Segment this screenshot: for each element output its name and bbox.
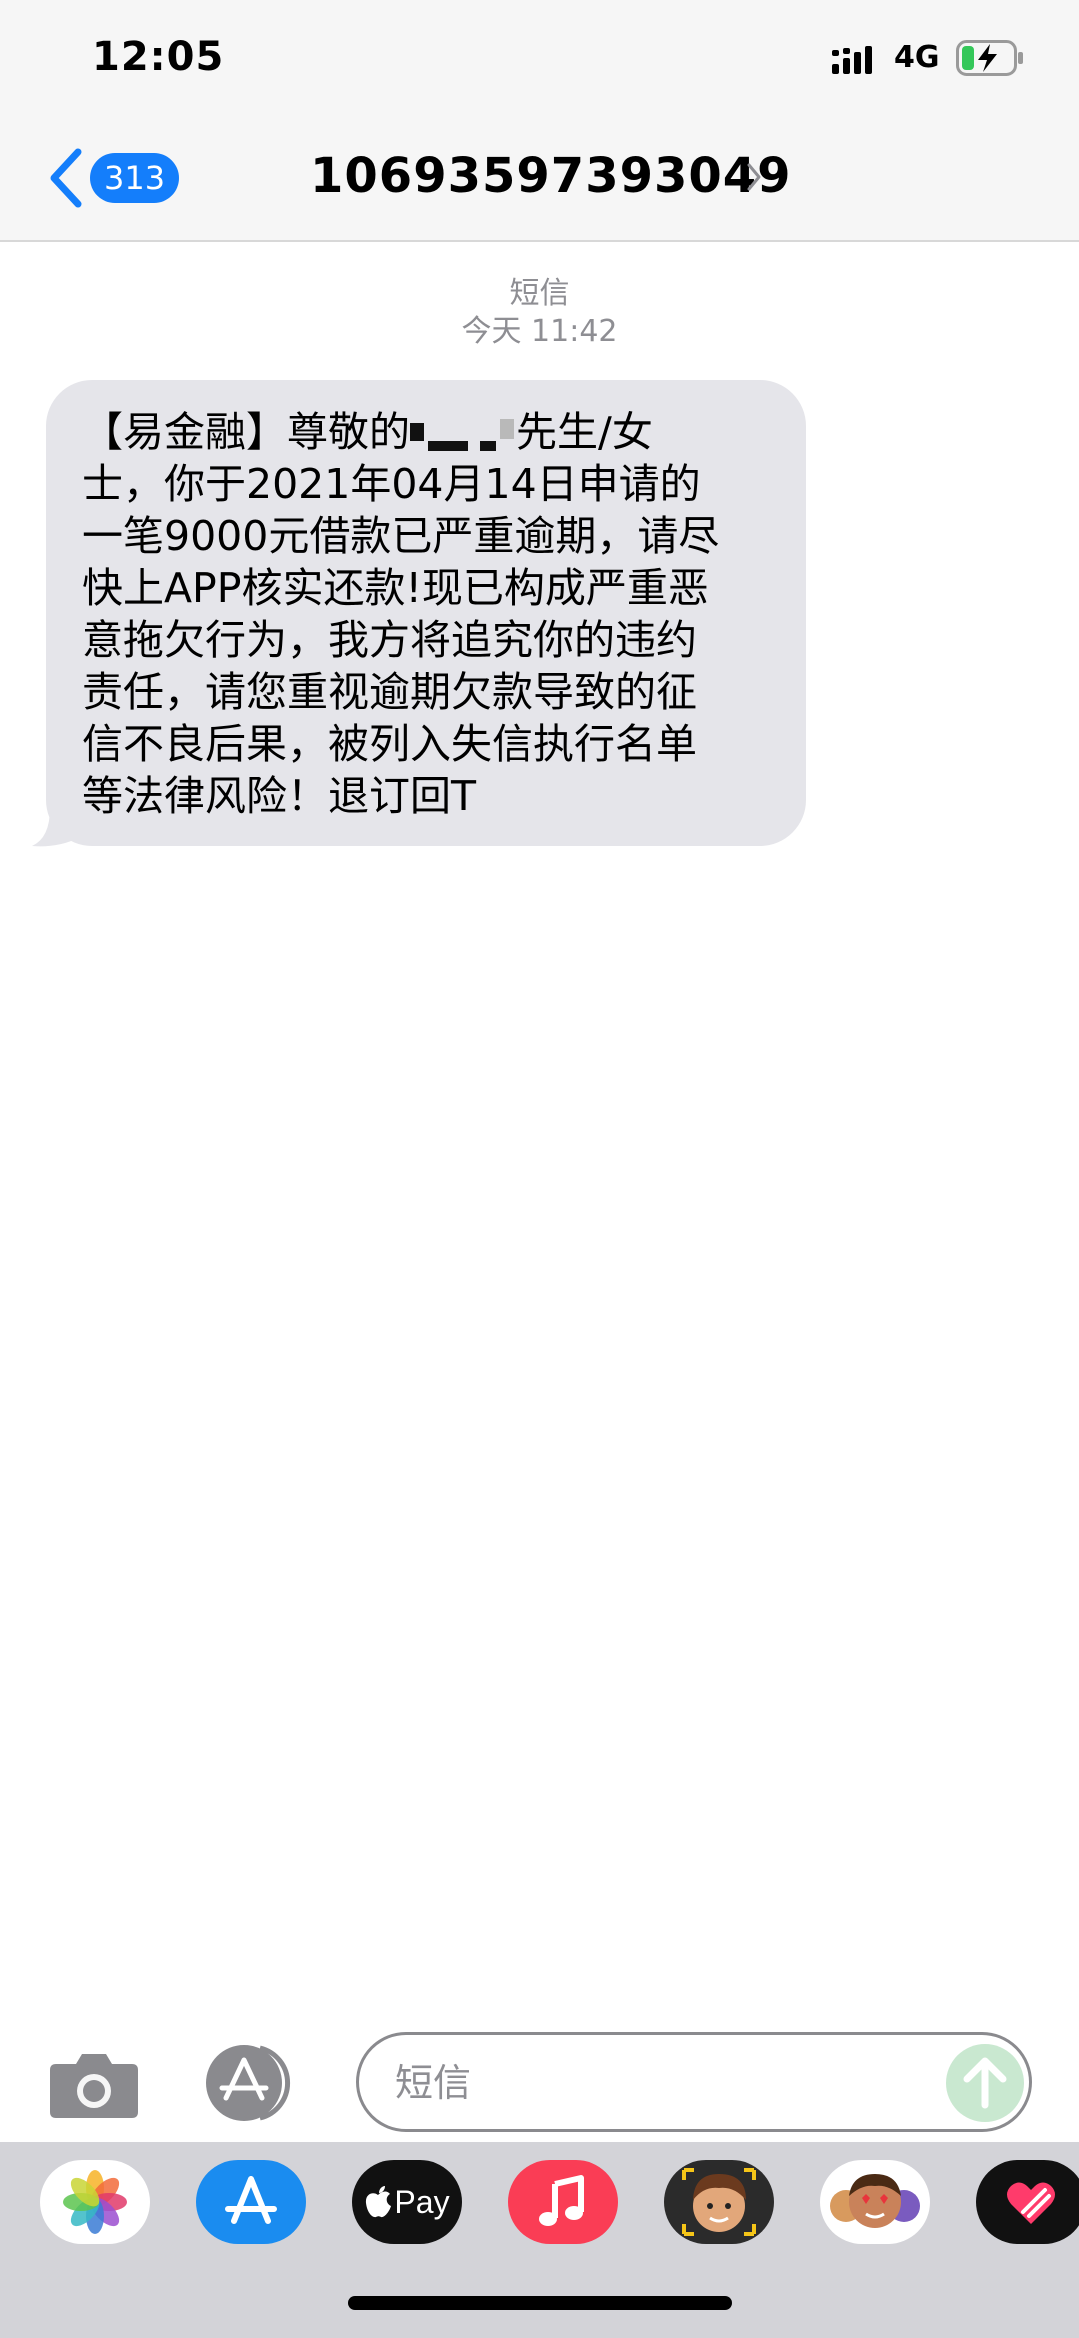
message-bubble[interactable]: 【易金融】尊敬的 先生/女 士，你于2021年04月14日申请的 一笔9000元借… — [46, 380, 806, 846]
apple-pay-label: Pay — [394, 2183, 450, 2220]
back-unread-badge[interactable]: 313 — [90, 153, 180, 203]
message-line: 责任，请您重视逾期欠款导致的征 — [82, 668, 697, 716]
nav-bar: 313 10693597393049 — [0, 120, 1079, 240]
message-text: 【易金融】尊敬的 — [82, 408, 410, 456]
home-indicator[interactable] — [348, 2296, 732, 2310]
message-line: 快上APP核实还款!现已构成严重恶 — [82, 564, 709, 612]
send-arrow-icon[interactable] — [945, 2043, 1025, 2123]
battery-charging-icon — [956, 40, 1023, 76]
message-text: 先生/女 — [516, 408, 653, 456]
message-field[interactable] — [356, 2032, 1032, 2132]
app-store-icon[interactable] — [196, 2160, 306, 2244]
animoji-icon[interactable] — [820, 2160, 930, 2244]
redacted-name — [410, 415, 516, 455]
header: 12:05 4G 313 10693597393049 — [0, 0, 1079, 242]
message-line: 【易金融】尊敬的 先生/女 — [82, 406, 772, 458]
camera-icon[interactable] — [48, 2048, 140, 2120]
apple-pay-icon[interactable]: Pay — [352, 2160, 462, 2244]
messages-screen: 12:05 4G 313 10693597393049 短信 今天 11:42 … — [0, 0, 1079, 2338]
back-chevron-icon[interactable] — [46, 146, 86, 210]
message-line: 等法律风险！退订回T — [82, 772, 477, 820]
network-type: 4G — [894, 40, 940, 75]
signal-icon — [832, 46, 872, 74]
message-line: 士，你于2021年04月14日申请的 — [82, 460, 701, 508]
app-store-icon[interactable] — [202, 2044, 302, 2122]
service-label: 短信 — [509, 276, 570, 311]
digital-touch-icon[interactable] — [976, 2160, 1079, 2244]
message-line: 一笔9000元借款已严重逾期，请尽 — [82, 512, 720, 560]
message-line: 意拖欠行为，我方将追究你的违约 — [82, 616, 697, 664]
message-line: 信不良后果，被列入失信执行名单 — [82, 720, 697, 768]
message-timestamp: 今天 11:42 — [461, 314, 618, 349]
status-bar: 12:05 4G — [0, 0, 1079, 120]
status-time: 12:05 — [92, 34, 225, 80]
contact-title[interactable]: 10693597393049 — [310, 148, 792, 204]
message-input[interactable] — [395, 2057, 915, 2109]
music-icon[interactable] — [508, 2160, 618, 2244]
conversation-meta: 短信 今天 11:42 — [0, 275, 1079, 351]
chevron-right-icon[interactable] — [744, 160, 764, 194]
memoji-icon[interactable] — [664, 2160, 774, 2244]
photos-icon[interactable] — [40, 2160, 150, 2244]
input-bar — [0, 2020, 1079, 2140]
